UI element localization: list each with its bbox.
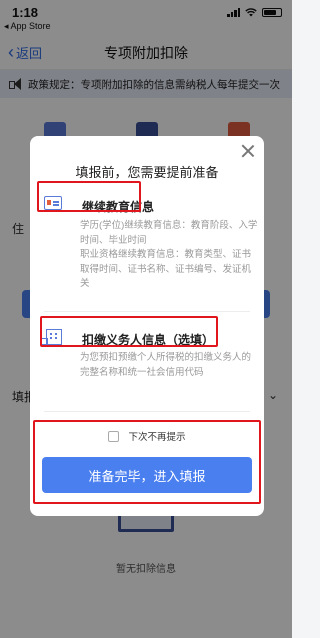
section-desc-education-degree: 学历(学位)继续教育信息：教育阶段、入学时间、毕业时间 — [80, 220, 258, 246]
divider — [44, 411, 250, 412]
section-desc-education-vocational: 职业资格继续教育信息：教育类型、证书取得时间、证书名称、证书编号、发证机关 — [80, 249, 252, 289]
highlight-box-education — [37, 181, 141, 212]
preparation-modal: 填报前，您需要提前准备 继续教育信息 学历(学位)继续教育信息：教育阶段、入学时… — [30, 136, 264, 516]
section-desc-withholding-agent: 为您预扣预缴个人所得税的扣缴义务人的完整名称和统一社会信用代码 — [80, 352, 252, 378]
close-icon[interactable] — [241, 144, 255, 158]
highlight-box-withholding — [40, 316, 218, 347]
divider — [44, 311, 250, 312]
highlight-box-confirm — [33, 420, 261, 504]
modal-heading: 填报前，您需要提前准备 — [75, 165, 219, 180]
